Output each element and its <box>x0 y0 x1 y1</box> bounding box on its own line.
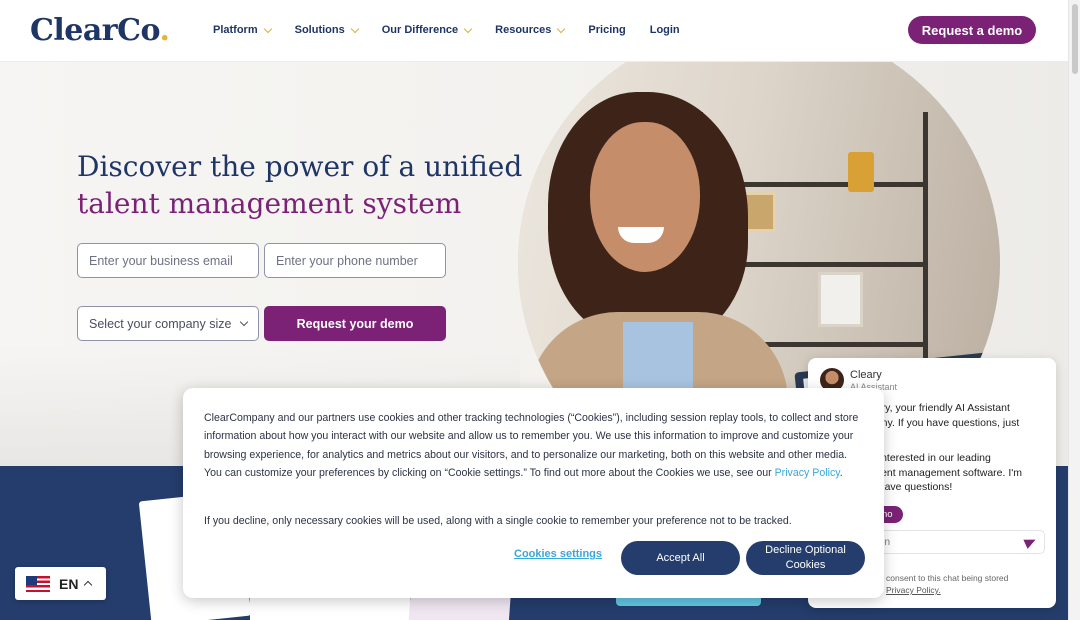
request-your-demo-button[interactable]: Request your demo <box>264 306 446 341</box>
language-code: EN <box>59 575 79 592</box>
page-scrollbar[interactable] <box>1068 0 1080 620</box>
cookie-decline-note: If you decline, only necessary cookies w… <box>204 515 792 527</box>
send-icon[interactable] <box>1023 535 1038 549</box>
chevron-down-icon <box>263 24 272 33</box>
accept-all-button[interactable]: Accept All <box>621 541 740 575</box>
company-size-select[interactable]: Select your company size <box>77 306 259 341</box>
chevron-down-icon <box>350 24 359 33</box>
cookie-description: ClearCompany and our partners use cookie… <box>204 412 859 480</box>
nav-item-solutions[interactable]: Solutions <box>295 24 359 36</box>
request-demo-header-button[interactable]: Request a demo <box>908 16 1036 44</box>
cookies-settings-button[interactable]: Cookies settings <box>514 548 602 560</box>
chevron-up-icon <box>84 580 93 590</box>
nav-item-resources[interactable]: Resources <box>495 24 566 36</box>
phone-number-input[interactable] <box>264 243 446 278</box>
business-email-input[interactable] <box>77 243 259 278</box>
clearco-logo[interactable]: ClearCo. <box>30 13 170 48</box>
hero-title: Discover the power of a unified talent m… <box>77 148 522 222</box>
chevron-down-icon <box>463 24 473 33</box>
chevron-down-icon <box>557 24 566 33</box>
chat-agent-name: Cleary <box>850 369 882 381</box>
nav-item-platform[interactable]: Platform <box>213 24 272 36</box>
chat-privacy-link[interactable]: Privacy Policy. <box>886 585 941 595</box>
privacy-policy-link[interactable]: Privacy Policy <box>775 467 840 479</box>
nav-item-login[interactable]: Login <box>650 24 680 36</box>
us-flag-icon <box>26 575 50 592</box>
scrollbar-thumb[interactable] <box>1072 4 1078 74</box>
nav-item-pricing[interactable]: Pricing <box>588 24 625 36</box>
main-nav: Platform Solutions Our Difference Resour… <box>213 24 704 36</box>
decline-optional-cookies-button[interactable]: Decline Optional Cookies <box>746 541 865 575</box>
hero-title-line1: Discover the power of a unified <box>77 150 523 183</box>
company-size-value: Select your company size <box>89 316 232 331</box>
hero-title-line2: talent management system <box>77 187 462 220</box>
cookie-consent-banner: ClearCompany and our partners use cookie… <box>183 388 884 598</box>
language-selector[interactable]: EN <box>15 567 106 600</box>
site-header: ClearCo. Platform Solutions Our Differen… <box>0 0 1068 62</box>
nav-item-our-difference[interactable]: Our Difference <box>382 24 473 36</box>
chevron-down-icon <box>239 317 249 327</box>
